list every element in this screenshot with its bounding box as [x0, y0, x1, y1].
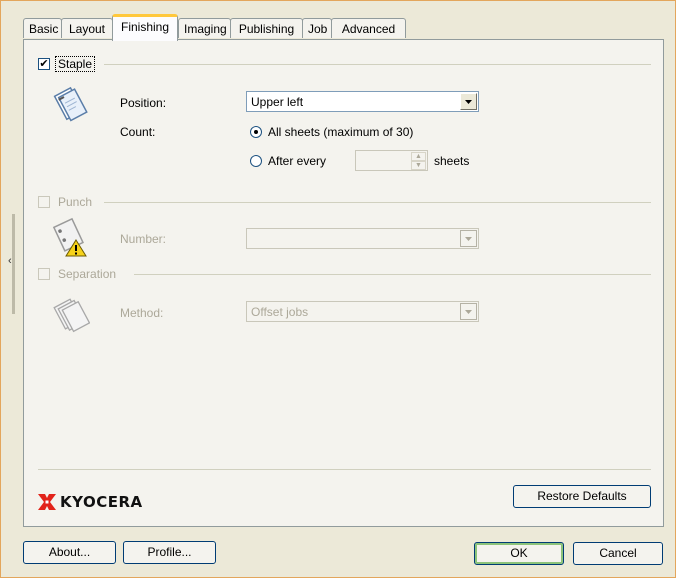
punch-checkbox[interactable]	[38, 196, 50, 208]
sheets-label: sheets	[434, 154, 470, 168]
chevron-down-icon[interactable]	[460, 93, 477, 110]
method-label: Method:	[120, 306, 164, 320]
separation-label: Separation	[58, 267, 117, 281]
all-sheets-radio[interactable]	[250, 126, 262, 138]
staple-label: Staple	[54, 56, 96, 72]
punch-divider	[104, 202, 651, 203]
separation-group-header: Separation	[38, 266, 118, 282]
spin-down-icon[interactable]: ▼	[411, 161, 426, 170]
punch-warning-icon	[52, 217, 87, 257]
stacked-pages-icon	[53, 298, 90, 333]
tab-advanced[interactable]: Advanced	[331, 18, 406, 38]
position-label: Position:	[120, 96, 167, 110]
brand-name: KYOCERA	[60, 493, 143, 511]
staple-document-icon	[53, 86, 88, 122]
punch-label: Punch	[58, 195, 93, 209]
all-sheets-label: All sheets (maximum of 30)	[268, 125, 414, 139]
footer-divider	[38, 469, 651, 470]
staple-group-header: ✔ Staple	[38, 56, 96, 72]
method-value: Offset jobs	[251, 305, 309, 319]
about-button[interactable]: About...	[23, 541, 116, 564]
tab-basic[interactable]: Basic	[23, 18, 62, 38]
spin-up-icon[interactable]: ▲	[411, 152, 426, 161]
kyocera-mark-icon	[38, 494, 56, 510]
tab-layout[interactable]: Layout	[61, 18, 113, 38]
punch-group-header: Punch	[38, 194, 94, 210]
chevron-down-icon[interactable]	[460, 230, 477, 247]
method-select[interactable]: Offset jobs	[246, 301, 479, 322]
staple-divider	[104, 64, 651, 65]
position-value: Upper left	[251, 95, 304, 109]
number-select[interactable]	[246, 228, 479, 249]
after-every-label: After every	[268, 154, 327, 168]
collapse-arrow-icon[interactable]: ‹	[8, 255, 12, 267]
restore-defaults-button[interactable]: Restore Defaults	[513, 485, 651, 508]
tab-finishing[interactable]: Finishing	[112, 14, 178, 41]
finishing-panel: ✔ Staple Position: Upper left Count: All…	[23, 39, 664, 527]
ok-button[interactable]: OK	[474, 542, 564, 565]
staple-checkbox[interactable]: ✔	[38, 58, 50, 70]
number-label: Number:	[120, 232, 167, 246]
kyocera-logo: KYOCERA	[38, 493, 143, 511]
profile-button[interactable]: Profile...	[123, 541, 216, 564]
tab-publishing[interactable]: Publishing	[230, 18, 303, 38]
count-label: Count:	[120, 125, 156, 139]
after-every-radio[interactable]	[250, 155, 262, 167]
splitter-handle[interactable]	[12, 214, 15, 314]
position-select[interactable]: Upper left	[246, 91, 479, 112]
separation-divider	[134, 274, 651, 275]
tab-imaging[interactable]: Imaging	[178, 18, 231, 38]
tab-job[interactable]: Job	[302, 18, 332, 38]
chevron-down-icon[interactable]	[460, 303, 477, 320]
cancel-button[interactable]: Cancel	[573, 542, 663, 565]
after-every-spinner[interactable]: ▲ ▼	[355, 150, 428, 171]
separation-checkbox[interactable]	[38, 268, 50, 280]
